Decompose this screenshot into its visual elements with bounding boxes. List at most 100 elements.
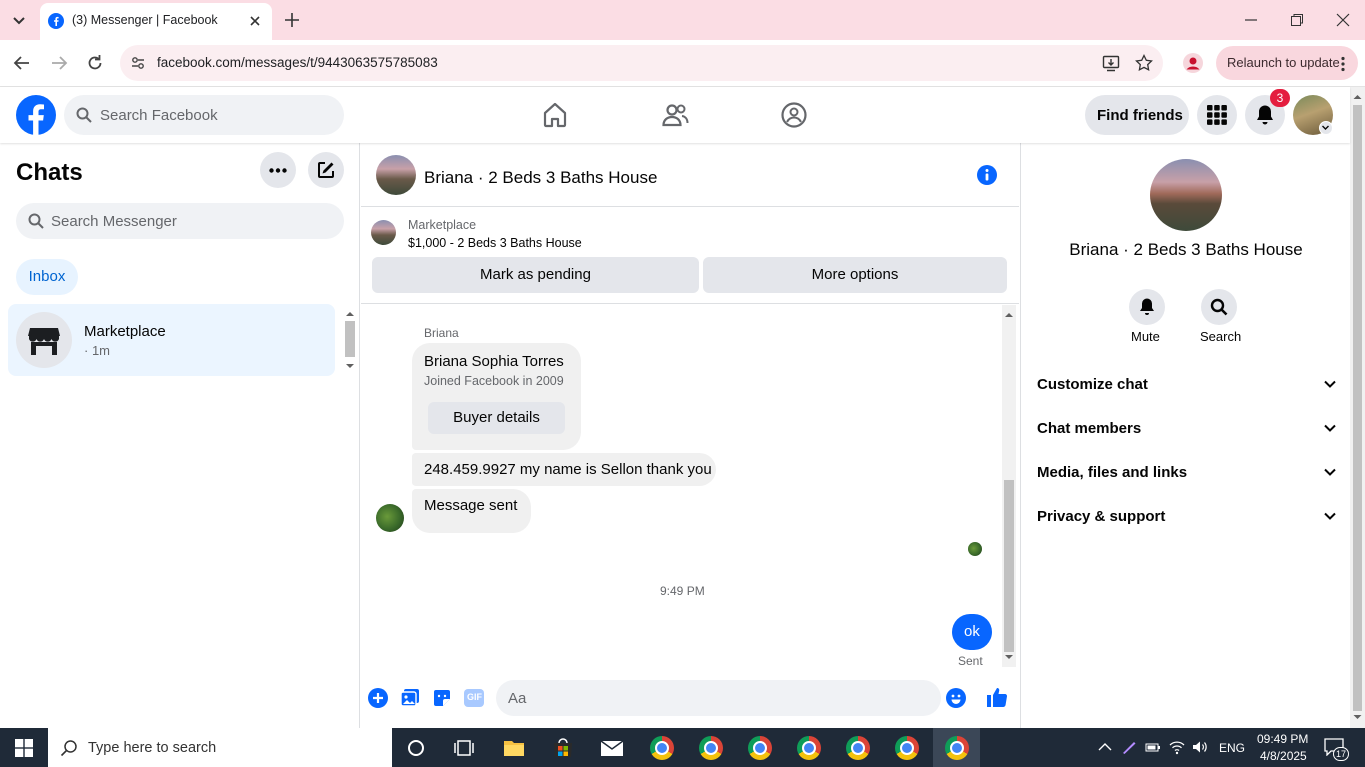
messenger-search-placeholder: Search Messenger	[51, 213, 177, 230]
media-files-links-row[interactable]: Media, files and links	[1037, 453, 1337, 493]
profile-icon[interactable]	[1183, 53, 1203, 73]
volume-icon[interactable]	[1192, 739, 1208, 755]
browser-tab-strip: (3) Messenger | Facebook	[0, 0, 1365, 40]
windows-start-icon[interactable]	[15, 739, 33, 757]
chevron-down-icon	[1324, 468, 1336, 476]
tab-search-chevron-icon[interactable]	[8, 10, 30, 30]
bell-icon	[1138, 297, 1156, 317]
microsoft-store-icon[interactable]	[551, 736, 575, 760]
message-bubble[interactable]: 248.459.9927 my name is Sellon thank you	[412, 453, 716, 486]
pen-icon[interactable]	[1121, 739, 1137, 755]
marketplace-label: Marketplace	[408, 218, 477, 232]
message-input[interactable]: Aa	[496, 680, 966, 716]
gif-button[interactable]: GIF	[464, 689, 484, 707]
taskbar-time[interactable]: 09:49 PM	[1257, 732, 1308, 746]
listing-thumbnail	[371, 220, 396, 245]
mail-icon[interactable]	[600, 736, 624, 760]
chrome-icon[interactable]	[748, 736, 772, 760]
chrome-icon[interactable]	[797, 736, 821, 760]
privacy-support-row[interactable]: Privacy & support	[1037, 497, 1337, 537]
back-icon[interactable]	[12, 54, 32, 72]
bookmark-star-icon[interactable]	[1135, 54, 1153, 72]
chat-item-name: Marketplace	[84, 323, 166, 340]
cortana-icon[interactable]	[404, 736, 428, 760]
inbox-filter-tab[interactable]: Inbox	[16, 259, 78, 295]
language-indicator[interactable]: ENG	[1219, 741, 1245, 755]
chat-info-panel: Briana · 2 Beds 3 Baths House Mute Searc…	[1020, 143, 1350, 728]
battery-icon[interactable]	[1145, 740, 1161, 754]
active-taskbar-item[interactable]	[933, 728, 980, 767]
search-icon	[28, 213, 44, 229]
sent-status: Sent	[958, 654, 983, 668]
search-conversation-button[interactable]	[1201, 289, 1237, 325]
customize-chat-row[interactable]: Customize chat	[1037, 365, 1337, 405]
sent-message-bubble[interactable]: ok	[952, 614, 992, 650]
close-window-icon[interactable]	[1335, 12, 1351, 28]
message-bubble[interactable]: Message sent	[412, 489, 531, 533]
new-message-button[interactable]	[308, 152, 344, 188]
thumbs-up-icon[interactable]	[986, 686, 1008, 708]
profile-avatar[interactable]	[1150, 159, 1222, 231]
conversation-title[interactable]: Briana · 2 Beds 3 Baths House	[424, 168, 657, 188]
plus-circle-icon[interactable]	[368, 688, 388, 708]
friends-icon[interactable]	[661, 101, 689, 129]
tray-chevron-up-icon[interactable]	[1098, 742, 1112, 752]
file-explorer-icon[interactable]	[502, 736, 526, 760]
account-chevron-icon[interactable]	[1319, 121, 1333, 135]
sticker-icon[interactable]	[432, 688, 452, 708]
address-bar[interactable]: facebook.com/messages/t/9443063575785083	[120, 45, 1163, 81]
taskbar-date[interactable]: 4/8/2025	[1260, 749, 1307, 763]
mark-as-pending-button[interactable]: Mark as pending	[372, 257, 699, 293]
chat-list-item[interactable]: Marketplace · 1m	[8, 304, 335, 376]
messages-scrollbar[interactable]	[1002, 305, 1016, 667]
chevron-down-icon	[1324, 512, 1336, 520]
search-icon	[60, 739, 78, 757]
chrome-icon[interactable]	[846, 736, 870, 760]
conversation-avatar[interactable]	[376, 155, 416, 195]
info-icon[interactable]	[977, 165, 997, 185]
page-scrollbar[interactable]	[1350, 87, 1365, 728]
photo-icon[interactable]	[400, 688, 420, 708]
chrome-icon[interactable]	[895, 736, 919, 760]
new-tab-icon[interactable]	[283, 11, 301, 29]
buyer-details-button[interactable]: Buyer details	[428, 402, 565, 434]
close-tab-icon[interactable]	[248, 14, 262, 28]
chat-members-row[interactable]: Chat members	[1037, 409, 1337, 449]
facebook-search-input[interactable]: Search Facebook	[64, 95, 344, 135]
bell-icon	[1255, 104, 1275, 126]
reload-icon[interactable]	[85, 53, 105, 73]
chat-list-scrollbar[interactable]	[343, 306, 357, 376]
relaunch-button[interactable]: Relaunch to update	[1216, 46, 1358, 80]
facebook-logo-icon[interactable]	[16, 95, 56, 135]
emoji-icon[interactable]	[946, 688, 966, 708]
restore-icon[interactable]	[1289, 12, 1305, 28]
relaunch-label: Relaunch to update	[1227, 55, 1340, 70]
sender-avatar[interactable]	[376, 504, 404, 532]
taskbar-search-input[interactable]: Type here to search	[48, 728, 392, 767]
message-text: Message sent	[424, 497, 518, 514]
listing-title[interactable]: $1,000 - 2 Beds 3 Baths House	[408, 236, 582, 250]
search-icon	[1210, 298, 1228, 316]
task-view-icon[interactable]	[452, 736, 476, 760]
forward-icon[interactable]	[49, 54, 69, 72]
browser-tab[interactable]: (3) Messenger | Facebook	[40, 3, 272, 40]
home-icon[interactable]	[541, 101, 569, 129]
buyer-name: Briana Sophia Torres	[424, 353, 564, 370]
wifi-icon[interactable]	[1169, 739, 1185, 755]
site-settings-icon[interactable]	[130, 55, 146, 71]
more-options-button[interactable]: More options	[703, 257, 1007, 293]
groups-icon[interactable]	[780, 101, 808, 129]
messenger-search-input[interactable]: Search Messenger	[16, 203, 344, 239]
install-app-icon[interactable]	[1102, 54, 1120, 72]
taskbar-search-placeholder: Type here to search	[88, 740, 217, 756]
find-friends-button[interactable]: Find friends	[1085, 95, 1189, 135]
mute-button[interactable]	[1129, 289, 1165, 325]
minimize-icon[interactable]	[1243, 12, 1259, 28]
chrome-icon[interactable]	[650, 736, 674, 760]
browser-toolbar: facebook.com/messages/t/9443063575785083…	[0, 40, 1365, 87]
chrome-icon	[945, 736, 969, 760]
conversation-header: Briana · 2 Beds 3 Baths House	[361, 143, 1019, 207]
menu-grid-button[interactable]	[1197, 95, 1237, 135]
chrome-icon[interactable]	[699, 736, 723, 760]
chat-options-button[interactable]	[260, 152, 296, 188]
